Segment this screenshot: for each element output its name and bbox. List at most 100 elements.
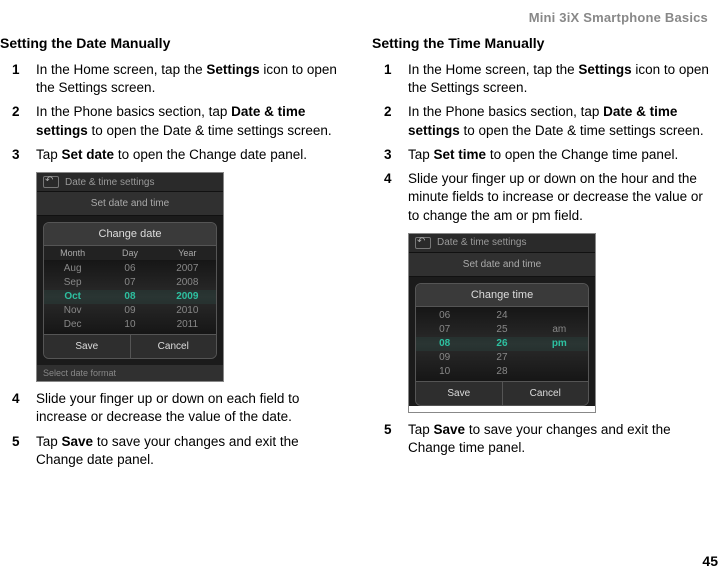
step-text: Tap Set time to open the Change time pan… <box>408 146 714 164</box>
wheel-item-selected: Oct <box>44 290 101 304</box>
text: to open the Date & time settings screen. <box>88 123 332 138</box>
text: In the Home screen, tap the <box>36 62 206 77</box>
cancel-button: Cancel <box>130 335 217 358</box>
text: Tap <box>408 147 434 162</box>
wheel-item: 09 <box>439 351 450 365</box>
wheel-item: Aug <box>64 262 82 276</box>
left-step-4: 4 Slide your finger up or down on each f… <box>0 390 342 426</box>
wheel-item-selected: pm <box>531 337 588 351</box>
save-button: Save <box>416 382 502 405</box>
minute-wheel: 24 25 26 27 28 <box>473 309 530 379</box>
modal-title: Change date <box>44 223 216 246</box>
left-step-5: 5 Tap Save to save your changes and exit… <box>0 433 342 469</box>
wheel-item-selected: 08 <box>101 290 158 304</box>
text: Tap <box>36 434 62 449</box>
text: Tap <box>408 422 434 437</box>
right-step-2: 2 In the Phone basics section, tap Date … <box>372 103 714 139</box>
step-text: Tap Save to save your changes and exit t… <box>408 421 714 457</box>
wheel-item: 10 <box>124 318 135 332</box>
right-step-5: 5 Tap Save to save your changes and exit… <box>372 421 714 457</box>
ampm-wheel: am pm <box>531 309 588 379</box>
step-number: 4 <box>372 170 408 225</box>
step-number: 4 <box>0 390 36 426</box>
wheel-item <box>558 309 561 323</box>
wheel-headers: Month Day Year <box>44 246 216 260</box>
change-time-screenshot: Date & time settings Set date and time C… <box>408 233 596 413</box>
text: to open the Change time panel. <box>486 147 678 162</box>
text: In the Phone basics section, tap <box>408 104 603 119</box>
wheel-item: 2011 <box>177 318 199 332</box>
wheel-item-selected: 26 <box>473 337 530 351</box>
keyword-set-date: Set date <box>62 147 115 162</box>
step-number: 2 <box>0 103 36 139</box>
phone-top-bar: Date & time settings <box>409 234 595 252</box>
step-text: In the Phone basics section, tap Date & … <box>408 103 714 139</box>
page-number: 45 <box>702 553 718 569</box>
wheel-item: 28 <box>496 365 507 379</box>
text: In the Phone basics section, tap <box>36 104 231 119</box>
wheel-item: 06 <box>124 262 135 276</box>
phone-top-title: Date & time settings <box>65 177 154 188</box>
step-number: 1 <box>0 61 36 97</box>
left-step-1: 1 In the Home screen, tap the Settings i… <box>0 61 342 97</box>
wheel-item: Sep <box>64 276 82 290</box>
right-step-1: 1 In the Home screen, tap the Settings i… <box>372 61 714 97</box>
wheel-item: 2008 <box>176 276 198 290</box>
wheel-item: 2010 <box>176 304 198 318</box>
keyword-settings: Settings <box>578 62 631 77</box>
wheel-item: am <box>552 323 566 337</box>
wheel-item: 2007 <box>176 262 198 276</box>
header-day: Day <box>101 246 158 260</box>
phone-top-title: Date & time settings <box>437 237 526 248</box>
doc-header: Mini 3iX Smartphone Basics <box>0 10 714 25</box>
wheel-item: 27 <box>496 351 507 365</box>
wheel-item: 25 <box>496 323 507 337</box>
wheel-item <box>558 365 561 379</box>
step-text: In the Home screen, tap the Settings ico… <box>36 61 342 97</box>
step-number: 3 <box>0 146 36 164</box>
wheel-item: 24 <box>496 309 507 323</box>
change-date-screenshot: Date & time settings Set date and time C… <box>36 172 224 382</box>
wheel-item-selected: 2009 <box>159 290 216 304</box>
wheel-item-selected: 08 <box>416 337 473 351</box>
wheel-item: 07 <box>439 323 450 337</box>
left-column: Setting the Date Manually 1 In the Home … <box>0 35 342 475</box>
wheel-item: 09 <box>124 304 135 318</box>
date-wheel: Aug Sep Oct Nov Dec 06 07 08 09 <box>44 260 216 334</box>
wheel-item: 07 <box>124 276 135 290</box>
change-date-modal: Change date Month Day Year Aug Sep Oct N <box>43 222 217 359</box>
back-icon <box>415 237 431 249</box>
modal-buttons: Save Cancel <box>44 334 216 358</box>
modal-buttons: Save Cancel <box>416 381 588 405</box>
step-text: Slide your finger up or down on each fie… <box>36 390 342 426</box>
change-time-modal: Change time 06 07 08 09 10 24 <box>415 283 589 406</box>
wheel-item: 06 <box>439 309 450 323</box>
step-number: 3 <box>372 146 408 164</box>
text: to open the Date & time settings screen. <box>460 123 704 138</box>
step-text: In the Phone basics section, tap Date & … <box>36 103 342 139</box>
header-year: Year <box>159 246 216 260</box>
year-wheel: 2007 2008 2009 2010 2011 <box>159 262 216 332</box>
text: Tap <box>36 147 62 162</box>
phone-top-bar: Date & time settings <box>37 173 223 191</box>
phone-sub-bar: Set date and time <box>37 191 223 216</box>
left-step-3: 3 Tap Set date to open the Change date p… <box>0 146 342 164</box>
keyword-settings: Settings <box>206 62 259 77</box>
step-text: Tap Save to save your changes and exit t… <box>36 433 342 469</box>
wheel-item: 10 <box>439 365 450 379</box>
right-step-4: 4 Slide your finger up or down on the ho… <box>372 170 714 225</box>
right-step-3: 3 Tap Set time to open the Change time p… <box>372 146 714 164</box>
step-number: 5 <box>0 433 36 469</box>
text: to open the Change date panel. <box>114 147 307 162</box>
keyword-save: Save <box>434 422 466 437</box>
day-wheel: 06 07 08 09 10 <box>101 262 158 332</box>
step-number: 1 <box>372 61 408 97</box>
left-step-2: 2 In the Phone basics section, tap Date … <box>0 103 342 139</box>
wheel-item <box>558 351 561 365</box>
time-wheel: 06 07 08 09 10 24 25 26 27 <box>416 307 588 381</box>
left-section-title: Setting the Date Manually <box>0 35 342 51</box>
wheel-item: Nov <box>64 304 82 318</box>
step-number: 2 <box>372 103 408 139</box>
hour-wheel: 06 07 08 09 10 <box>416 309 473 379</box>
phone-sub-bar: Set date and time <box>409 252 595 277</box>
